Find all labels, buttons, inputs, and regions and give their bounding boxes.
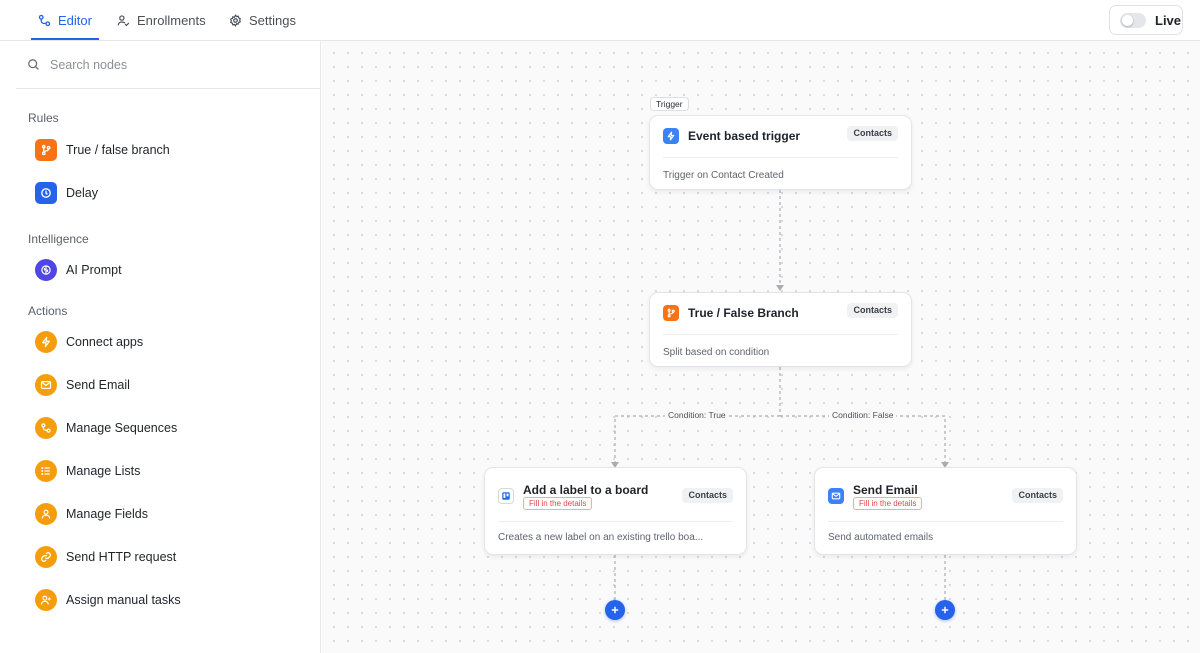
clock-icon (35, 182, 57, 204)
node-header: Event based trigger Contacts (663, 116, 898, 158)
tab-settings[interactable]: Settings (229, 0, 296, 40)
sidebar-item-label: True / false branch (66, 143, 170, 157)
node-object-chip: Contacts (847, 126, 898, 141)
node-object-chip: Contacts (682, 488, 733, 503)
bolt-icon (35, 331, 57, 353)
section-title-actions: Actions (28, 304, 68, 318)
sidebar-item-assign-manual-tasks[interactable]: Assign manual tasks (35, 587, 305, 613)
tab-editor-label: Editor (58, 12, 92, 28)
node-header: True / False Branch Contacts (663, 293, 898, 335)
trigger-tag: Trigger (650, 97, 689, 111)
node-title: Event based trigger (688, 129, 801, 143)
sidebar-item-label: Delay (66, 186, 98, 200)
node-palette-sidebar: Rules True / false branch Delay Intellig… (16, 41, 321, 653)
user-plus-icon (35, 589, 57, 611)
sidebar-item-label: Connect apps (66, 335, 144, 349)
edge-true-branch (614, 415, 780, 462)
node-description: Trigger on Contact Created (663, 170, 784, 181)
node-header: Add a label to a board Fill in the detai… (498, 468, 733, 522)
sidebar-item-ai-prompt[interactable]: AI Prompt (35, 257, 305, 283)
live-toggle-switch[interactable] (1120, 12, 1146, 28)
trello-icon (498, 488, 514, 504)
node-description: Split based on condition (663, 347, 770, 358)
node-send-email[interactable]: Send Email Fill in the details Contacts … (814, 467, 1077, 555)
sidebar-item-send-email[interactable]: Send Email (35, 372, 305, 398)
ai-icon (35, 259, 57, 281)
section-title-intelligence: Intelligence (28, 232, 89, 246)
sidebar-item-true-false-branch[interactable]: True / false branch (35, 137, 305, 163)
add-node-button-true-branch[interactable] (605, 600, 625, 620)
bolt-icon (663, 128, 679, 144)
sidebar-item-label: AI Prompt (66, 263, 122, 277)
fill-details-warning-badge: Fill in the details (523, 497, 593, 510)
node-title: Add a label to a board (523, 483, 649, 497)
mail-icon (35, 374, 57, 396)
workflow-canvas[interactable]: Trigger Event based trigger Contacts Tri… (322, 41, 1200, 653)
plus-icon (611, 606, 619, 614)
tab-editor[interactable]: Editor (31, 0, 99, 40)
search-icon (28, 59, 39, 70)
live-toggle-label: Live (1155, 12, 1182, 28)
live-toggle-button[interactable]: Live (1109, 5, 1183, 35)
node-header: Send Email Fill in the details Contacts (828, 468, 1063, 522)
user-icon (35, 503, 57, 525)
node-add-label-to-board[interactable]: Add a label to a board Fill in the detai… (484, 467, 747, 555)
sidebar-item-connect-apps[interactable]: Connect apps (35, 329, 305, 355)
condition-false-label: Condition: False (829, 410, 897, 421)
sidebar-item-label: Assign manual tasks (66, 593, 181, 607)
tab-enrollments[interactable]: Enrollments (117, 0, 206, 40)
list-icon (35, 460, 57, 482)
tab-settings-label: Settings (249, 12, 296, 28)
arrow-head-branch (776, 285, 784, 291)
tab-enrollments-label: Enrollments (137, 12, 206, 28)
node-true-false-branch[interactable]: True / False Branch Contacts Split based… (649, 292, 912, 367)
sidebar-item-label: Send Email (66, 378, 130, 392)
flow-icon (38, 14, 51, 26)
plus-icon (941, 606, 949, 614)
sidebar-item-label: Manage Fields (66, 507, 148, 521)
sidebar-item-manage-lists[interactable]: Manage Lists (35, 458, 305, 484)
sidebar-item-manage-fields[interactable]: Manage Fields (35, 501, 305, 527)
add-node-button-false-branch[interactable] (935, 600, 955, 620)
node-description: Creates a new label on an existing trell… (498, 532, 704, 543)
sidebar-item-label: Send HTTP request (66, 550, 177, 564)
node-event-trigger[interactable]: Event based trigger Contacts Trigger on … (649, 115, 912, 190)
branch-icon (663, 305, 679, 321)
node-title: Send Email (853, 483, 918, 497)
sidebar-item-label: Manage Sequences (66, 421, 178, 435)
user-check-icon (117, 14, 130, 26)
node-object-chip: Contacts (847, 303, 898, 318)
search-bar (16, 41, 320, 89)
condition-true-label: Condition: True (665, 410, 729, 421)
mail-icon (828, 488, 844, 504)
sidebar-item-delay[interactable]: Delay (35, 180, 305, 206)
sequence-icon (35, 417, 57, 439)
gear-icon (230, 13, 241, 27)
node-title: True / False Branch (688, 306, 799, 320)
fill-details-warning-badge: Fill in the details (853, 497, 923, 510)
top-bar: Editor Enrollments Settings Live (0, 0, 1200, 41)
branch-icon (35, 139, 57, 161)
node-description: Send automated emails (828, 532, 934, 543)
sidebar-item-manage-sequences[interactable]: Manage Sequences (35, 415, 305, 441)
link-icon (35, 546, 57, 568)
sidebar-item-label: Manage Lists (66, 464, 141, 478)
search-input[interactable] (50, 57, 290, 72)
edge-false-branch (780, 415, 946, 462)
sidebar-item-send-http-request[interactable]: Send HTTP request (35, 544, 305, 570)
node-object-chip: Contacts (1012, 488, 1063, 503)
section-title-rules: Rules (28, 111, 59, 125)
